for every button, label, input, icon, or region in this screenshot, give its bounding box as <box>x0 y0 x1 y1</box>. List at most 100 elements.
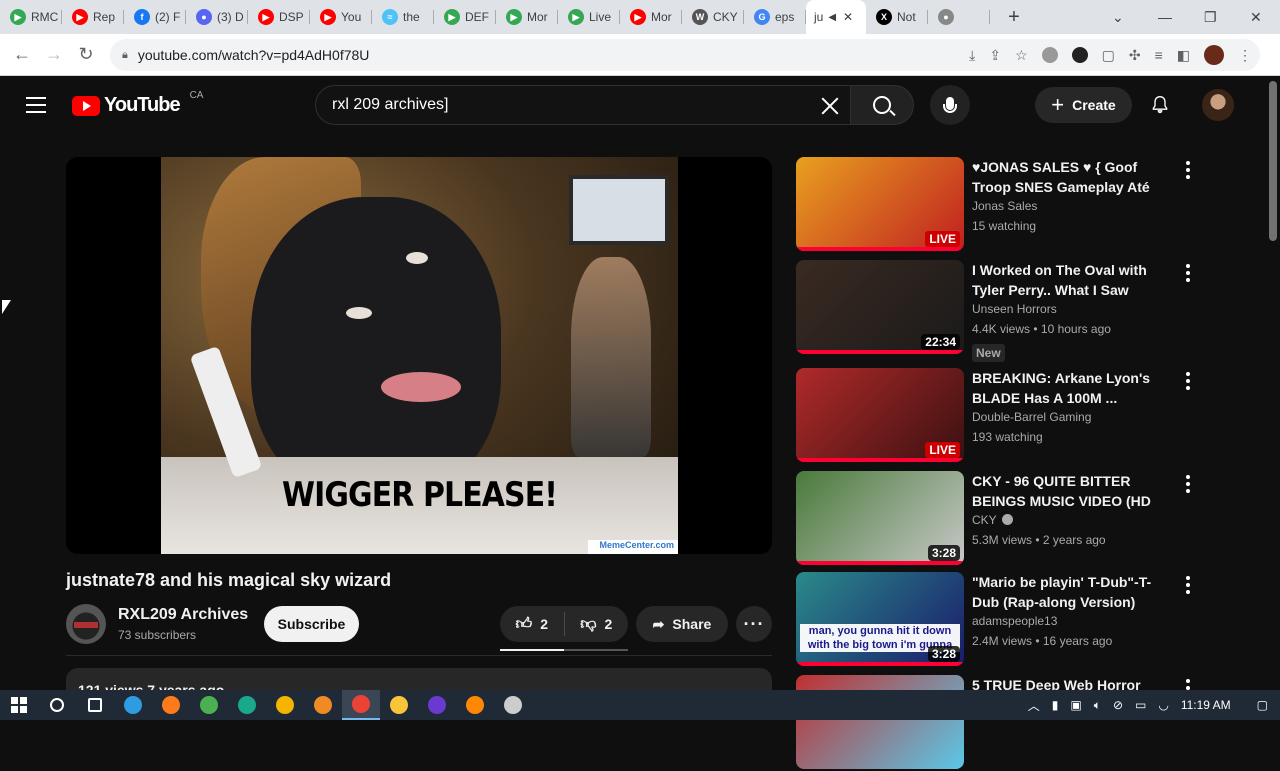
video-player[interactable]: WIGGER PLEASE! MemeCenter.com <box>66 157 772 554</box>
video-options-icon[interactable] <box>1184 161 1192 179</box>
chrome-canary-icon[interactable] <box>266 690 304 720</box>
browser-tab[interactable]: ● <box>928 0 990 34</box>
usb-icon[interactable]: ▮ <box>1052 698 1059 712</box>
tray-chevron-icon[interactable]: ︿ <box>1028 697 1040 714</box>
video-options-icon[interactable] <box>1184 264 1192 282</box>
restore-window-button[interactable]: ❐ <box>1204 0 1217 34</box>
forward-arrow-icon[interactable]: → <box>38 39 70 71</box>
minimize-window-button[interactable]: — <box>1158 0 1172 34</box>
share-page-icon[interactable]: ⇪ <box>989 47 1001 64</box>
guide-menu-icon[interactable] <box>26 97 46 113</box>
recommended-video[interactable]: man, you gunna hit it down with the big … <box>796 572 1206 668</box>
audio-playing-icon[interactable]: ◀︎ <box>828 12 836 23</box>
browser-tab[interactable]: X Not <box>866 0 928 34</box>
chrome-active-icon[interactable] <box>342 690 380 720</box>
scrollbar-thumb[interactable] <box>1269 81 1277 241</box>
recommended-video-title[interactable]: ♥JONAS SALES ♥ { Goof Troop SNES Gamepla… <box>972 157 1176 197</box>
app-orb-icon[interactable] <box>418 690 456 720</box>
security-icon[interactable]: ▣ <box>1070 698 1081 712</box>
voice-search-button[interactable] <box>930 85 970 125</box>
recommended-channel-name[interactable]: adamspeople13 <box>972 614 1057 628</box>
tab-groups-icon[interactable]: ▢ <box>1102 47 1115 64</box>
clock-time[interactable]: 11:19 AM <box>1181 698 1231 712</box>
puzzle-extensions-icon[interactable]: ✣ <box>1129 47 1141 64</box>
recommended-video[interactable]: 22:34 I Worked on The Oval with Tyler Per… <box>796 260 1206 362</box>
browser-tab[interactable]: f (2) F <box>124 0 186 34</box>
windows-start-icon[interactable] <box>0 690 38 720</box>
recommended-channel-name[interactable]: Unseen Horrors <box>972 302 1057 316</box>
close-window-button[interactable]: ✕ <box>1250 0 1262 34</box>
wifi-icon[interactable]: ◡ <box>1158 698 1168 712</box>
close-tab-icon[interactable]: ✕ <box>843 10 853 24</box>
browser-tab[interactable]: ▶ Live <box>558 0 620 34</box>
recommended-video-title[interactable]: "Mario be playin' T-Dub"-T-Dub (Rap-alon… <box>972 572 1176 612</box>
recommended-video[interactable]: LIVE BREAKING: Arkane Lyon's BLADE Has A … <box>796 368 1206 464</box>
create-button[interactable]: + Create <box>1035 87 1132 123</box>
recommended-channel-name[interactable]: Double-Barrel Gaming <box>972 410 1091 424</box>
profile-avatar[interactable] <box>1204 45 1224 65</box>
app-teal-icon[interactable] <box>228 690 266 720</box>
bookmark-star-icon[interactable]: ☆ <box>1015 47 1028 64</box>
dislike-button[interactable]: 👎︎ 2 <box>565 606 629 642</box>
account-avatar[interactable] <box>1202 89 1234 121</box>
extension-icon[interactable] <box>1071 47 1088 63</box>
browser-tab[interactable]: ▶ Rep <box>62 0 124 34</box>
recommended-video-title[interactable]: I Worked on The Oval with Tyler Perry.. … <box>972 260 1176 300</box>
notification-center-icon[interactable]: ▢ <box>1257 698 1268 712</box>
browser-tab[interactable]: ▶ Mor <box>620 0 682 34</box>
subscribe-button[interactable]: Subscribe <box>264 606 359 642</box>
video-options-icon[interactable] <box>1184 372 1192 390</box>
browser-tab-active[interactable]: ju ◀︎ ✕ <box>806 0 866 34</box>
task-view-icon[interactable] <box>76 690 114 720</box>
reload-icon[interactable]: ↻ <box>70 39 102 71</box>
media-control-icon[interactable]: ≡ <box>1155 47 1163 63</box>
video-options-icon[interactable] <box>1184 576 1192 594</box>
recommended-video-title[interactable]: BREAKING: Arkane Lyon's BLADE Has A 100M… <box>972 368 1176 408</box>
app-globe-icon[interactable] <box>494 690 532 720</box>
browser-tab[interactable]: Geps <box>744 0 806 34</box>
browser-tab[interactable]: W CKY <box>682 0 744 34</box>
firefox-icon[interactable] <box>152 690 190 720</box>
recommended-video-title[interactable]: CKY - 96 QUITE BITTER BEINGS MUSIC VIDEO… <box>972 471 1176 511</box>
youtube-logo[interactable]: YouTube CA <box>72 90 203 117</box>
battery-icon[interactable]: ▭ <box>1135 698 1146 712</box>
video-options-icon[interactable] <box>1184 475 1192 493</box>
like-button[interactable]: 👍︎ 2 <box>500 606 564 642</box>
url-text[interactable]: youtube.com/watch?v=pd4AdH0f78U <box>138 47 370 63</box>
video-thumbnail[interactable]: man, you gunna hit it down with the big … <box>796 572 964 666</box>
browser-tab[interactable]: ● (3) D <box>186 0 248 34</box>
page-scrollbar[interactable] <box>1266 77 1280 690</box>
browser-tab[interactable]: ▶ Mor <box>496 0 558 34</box>
search-icon[interactable] <box>38 690 76 720</box>
vlc-icon[interactable] <box>456 690 494 720</box>
chrome-icon[interactable] <box>190 690 228 720</box>
browser-tab[interactable]: ▶ DEF <box>434 0 496 34</box>
recommended-video[interactable]: LIVE ♥JONAS SALES ♥ { Goof Troop SNES Gam… <box>796 157 1206 253</box>
video-thumbnail[interactable]: 22:34 <box>796 260 964 354</box>
file-explorer-icon[interactable] <box>380 690 418 720</box>
side-panel-icon[interactable]: ◧ <box>1177 47 1190 64</box>
browser-tab[interactable]: ▶ You <box>310 0 372 34</box>
tab-search-chevron-icon[interactable]: ⌄ <box>1112 0 1124 34</box>
notifications-bell-icon[interactable] <box>1150 95 1170 115</box>
channel-avatar[interactable] <box>66 604 106 644</box>
adblock-extension-icon[interactable] <box>1041 47 1058 63</box>
search-button[interactable] <box>850 85 914 125</box>
new-tab-button[interactable]: + <box>1002 6 1026 29</box>
search-input[interactable]: rxl 209 archives] <box>315 85 851 125</box>
channel-name[interactable]: RXL209 Archives <box>118 606 248 624</box>
address-bar[interactable]: 🔒︎ youtube.com/watch?v=pd4AdH0f78U ⤓ ⇪ ☆… <box>110 39 1260 71</box>
clear-search-icon[interactable] <box>818 94 842 118</box>
edge-icon[interactable] <box>114 690 152 720</box>
browser-tab[interactable]: ▶ DSP <box>248 0 310 34</box>
search-query-text[interactable]: rxl 209 archives] <box>332 96 449 114</box>
video-thumbnail[interactable]: 3:28 <box>796 471 964 565</box>
recommended-channel-name[interactable]: CKY <box>972 513 1013 527</box>
recommended-channel-name[interactable]: Jonas Sales <box>972 199 1037 213</box>
install-app-icon[interactable]: ⤓ <box>969 47 975 64</box>
share-button[interactable]: ➦ Share <box>636 606 728 642</box>
browser-tab[interactable]: ▶ RMC <box>0 0 62 34</box>
browser-menu-icon[interactable]: ⋮ <box>1238 47 1252 64</box>
volume-icon[interactable]: 🔈︎ <box>1094 698 1101 713</box>
video-thumbnail[interactable]: LIVE <box>796 157 964 251</box>
